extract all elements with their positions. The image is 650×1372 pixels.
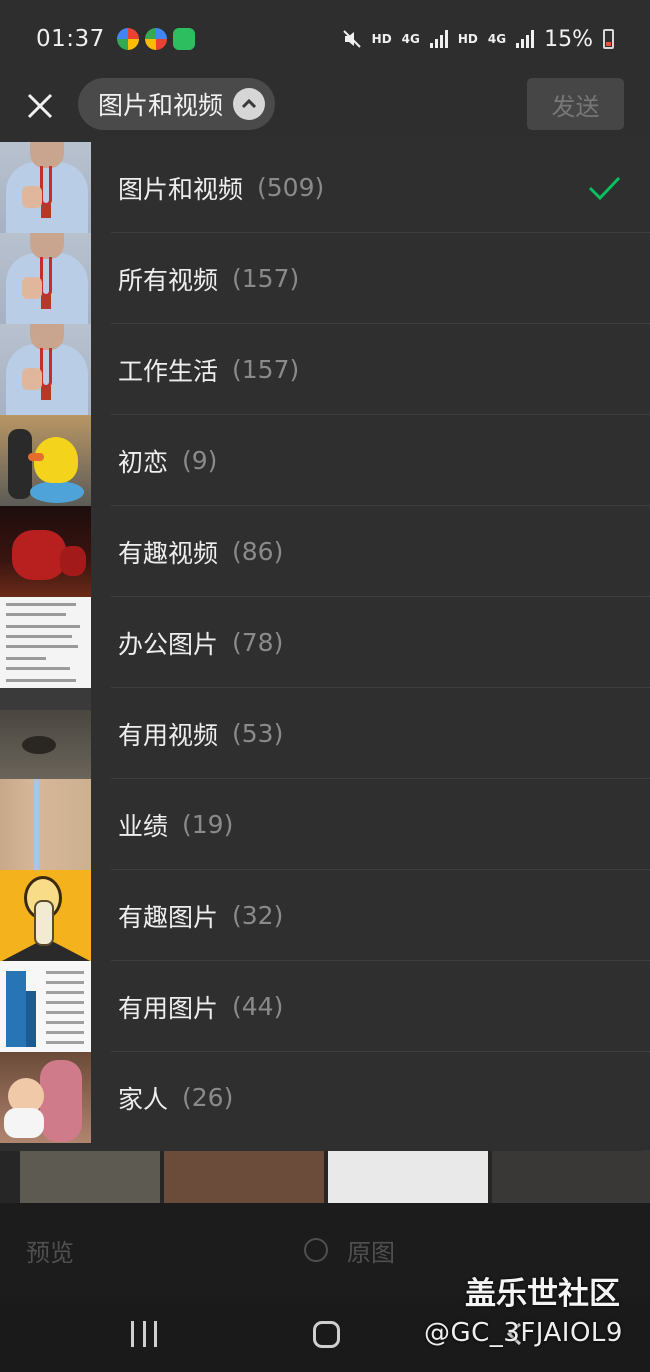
album-item[interactable]: 工作生活 (157) — [0, 324, 650, 415]
album-count: (19) — [182, 810, 234, 839]
album-text: 初恋 (9) — [118, 415, 217, 506]
recents-icon[interactable] — [131, 1321, 157, 1347]
photo-grid-background — [0, 1150, 650, 1210]
top-bar: 图片和视频 发送 — [0, 78, 650, 142]
watermark-title: 盖乐世社区 — [465, 1276, 620, 1312]
album-text: 工作生活 (157) — [118, 324, 299, 415]
album-count: (157) — [232, 355, 300, 384]
send-button[interactable]: 发送 — [527, 78, 624, 130]
album-name: 所有视频 — [118, 265, 219, 295]
album-text: 有趣图片 (32) — [118, 870, 283, 961]
preview-button[interactable]: 预览 — [26, 1233, 74, 1268]
album-text: 办公图片 (78) — [118, 597, 283, 688]
album-count: (78) — [232, 628, 284, 657]
app-notification-icon — [144, 28, 167, 50]
album-thumbnail — [0, 142, 91, 233]
mute-icon — [342, 30, 361, 48]
album-item[interactable]: 有用视频 (53) — [0, 688, 650, 779]
battery-icon — [603, 29, 614, 49]
app-notification-icon — [116, 28, 139, 50]
original-label[interactable]: 原图 — [347, 1233, 395, 1268]
album-thumbnail — [0, 415, 91, 506]
grid-photo[interactable] — [328, 1150, 488, 1204]
album-thumbnail — [0, 1052, 91, 1143]
album-item[interactable]: 家人 (26) — [0, 1052, 650, 1143]
album-text: 图片和视频 (509) — [118, 142, 324, 233]
album-item[interactable]: 有趣视频 (86) — [0, 506, 650, 597]
album-name: 有趣视频 — [118, 538, 219, 568]
close-icon[interactable] — [20, 86, 60, 126]
signal-icon — [429, 30, 448, 48]
album-text: 有用图片 (44) — [118, 961, 283, 1052]
home-icon[interactable] — [313, 1321, 340, 1348]
album-name: 有用图片 — [118, 993, 219, 1023]
album-thumbnail — [0, 870, 91, 961]
network-type: 4G — [401, 32, 420, 46]
album-count: (26) — [182, 1083, 234, 1112]
status-bar: 01:37 HD 4G HD 4G 15% — [0, 0, 650, 78]
album-dropdown: 图片和视频 (509) 所有视频 (157) 工作生活 (157) 初恋 (9) — [0, 142, 650, 1151]
album-count: (53) — [232, 719, 284, 748]
album-thumbnail — [0, 597, 91, 688]
album-count: (509) — [257, 173, 325, 202]
album-name: 办公图片 — [118, 629, 219, 659]
album-item[interactable]: 业绩 (19) — [0, 779, 650, 870]
album-count: (32) — [232, 901, 284, 930]
album-text: 所有视频 (157) — [118, 233, 299, 324]
album-item[interactable]: 有用图片 (44) — [0, 961, 650, 1052]
album-name: 工作生活 — [118, 356, 219, 386]
album-name: 家人 — [118, 1084, 169, 1114]
album-count: (44) — [232, 992, 284, 1021]
album-thumbnail — [0, 961, 91, 1052]
album-item[interactable]: 图片和视频 (509) — [0, 142, 650, 233]
album-thumbnail — [0, 688, 91, 779]
album-name: 有趣图片 — [118, 902, 219, 932]
album-item[interactable]: 所有视频 (157) — [0, 233, 650, 324]
album-name: 有用视频 — [118, 720, 219, 750]
grid-photo[interactable] — [164, 1150, 324, 1204]
grid-photo[interactable] — [492, 1150, 650, 1204]
network-type: 4G — [487, 32, 507, 46]
notification-icons — [116, 28, 195, 50]
album-thumbnail — [0, 233, 91, 324]
album-item[interactable]: 有趣图片 (32) — [0, 870, 650, 961]
album-text: 有用视频 (53) — [118, 688, 283, 779]
status-time: 01:37 — [36, 26, 105, 52]
grid-photo[interactable] — [20, 1150, 160, 1204]
status-indicators: HD 4G HD 4G 15% — [342, 27, 614, 52]
album-name: 图片和视频 — [118, 174, 244, 204]
album-name: 初恋 — [118, 447, 169, 477]
album-thumbnail — [0, 506, 91, 597]
signal-icon — [516, 30, 535, 48]
album-thumbnail — [0, 779, 91, 870]
evernote-icon — [172, 28, 195, 50]
hd-indicator: HD — [457, 32, 478, 46]
album-count: (86) — [232, 537, 284, 566]
hd-indicator: HD — [371, 32, 392, 46]
original-radio[interactable] — [304, 1238, 328, 1262]
chevron-up-icon — [233, 88, 266, 120]
album-thumbnail — [0, 324, 91, 415]
album-item[interactable]: 初恋 (9) — [0, 415, 650, 506]
watermark-handle: @GC_3FJAIOL9 — [424, 1318, 623, 1348]
album-count: (157) — [232, 264, 300, 293]
album-text: 有趣视频 (86) — [118, 506, 283, 597]
album-count: (9) — [182, 446, 218, 475]
album-text: 家人 (26) — [118, 1052, 233, 1143]
album-selector-label: 图片和视频 — [98, 91, 224, 120]
album-text: 业绩 (19) — [118, 779, 233, 870]
check-icon — [588, 176, 621, 201]
battery-percent: 15% — [544, 26, 593, 52]
album-selector[interactable]: 图片和视频 — [78, 78, 276, 130]
album-item[interactable]: 办公图片 (78) — [0, 597, 650, 688]
album-name: 业绩 — [118, 811, 169, 841]
